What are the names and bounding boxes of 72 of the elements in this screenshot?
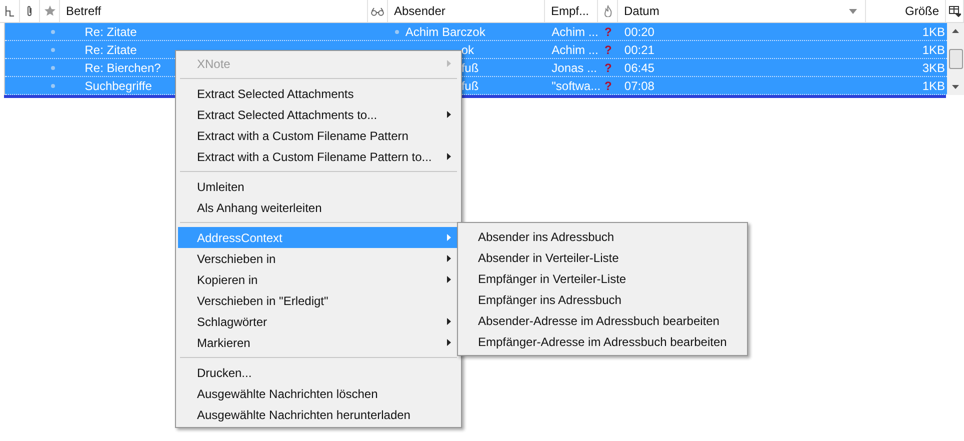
size-text: 1KB (922, 24, 945, 38)
recipient-text: Achim ... (552, 24, 598, 38)
menu-item[interactable]: Schlagwörter (178, 311, 459, 332)
date-text: 00:21 (624, 42, 654, 56)
column-picker-icon[interactable] (948, 6, 960, 16)
subject-text: Re: Zitate (84, 42, 137, 56)
sender-text: ok (461, 42, 474, 56)
glasses-icon[interactable] (371, 6, 384, 16)
menu-item[interactable]: Empfänger in Verteiler-Liste (460, 268, 745, 289)
date-text: 00:20 (624, 24, 654, 38)
submenu-arrow-icon (447, 111, 451, 118)
submenu-arrow-icon (447, 276, 451, 283)
column-header[interactable]: Datum (618, 0, 865, 22)
junk-status-mark: ? (604, 24, 612, 38)
menu-item[interactable]: Verschieben in (178, 248, 459, 269)
recipient-text: Achim ... (552, 42, 598, 56)
menu-item[interactable]: Empfänger ins Adressbuch (460, 289, 745, 310)
star-icon[interactable] (44, 5, 56, 17)
sender-text: fuß (461, 78, 479, 92)
menu-item[interactable]: Absender ins Adressbuch (460, 226, 745, 247)
menu-item[interactable]: Verschieben in "Erledigt" (178, 290, 459, 311)
size-text: 1KB (922, 78, 945, 92)
scrollbar[interactable] (947, 23, 964, 95)
submenu-arrow-icon (447, 255, 451, 262)
sender-text: fuß (461, 60, 479, 74)
thread-icon[interactable] (5, 6, 14, 16)
junk-status-mark: ? (604, 78, 612, 92)
menu-item[interactable]: Drucken... (178, 362, 459, 383)
menu-item[interactable]: Ausgewählte Nachrichten herunterladen (178, 404, 459, 425)
submenu-arrow-icon (447, 60, 451, 67)
size-text: 3KB (922, 60, 945, 74)
status-dot-icon (395, 30, 400, 34)
menu-item[interactable]: Markieren (178, 332, 459, 353)
scroll-up-icon[interactable] (952, 29, 959, 33)
column-header[interactable]: Größe (866, 0, 945, 22)
junk-status-mark: ? (604, 42, 612, 56)
subject-text: Re: Zitate (84, 24, 137, 38)
menu-item[interactable]: Absender in Verteiler-Liste (460, 247, 745, 268)
sender-text: Achim Barczok (405, 24, 486, 38)
submenu-arrow-icon (447, 318, 451, 325)
submenu-arrow-icon (447, 234, 451, 241)
menu-item[interactable]: Extract Selected Attachments to... (178, 104, 459, 125)
subject-text: Re: Bierchen? (84, 60, 161, 74)
sort-arrow-icon (849, 9, 857, 14)
menu-item[interactable]: Extract with a Custom Filename Pattern to... (178, 146, 459, 167)
recipient-text: "softwa... (552, 78, 600, 92)
column-header[interactable]: Empf... (545, 0, 597, 22)
junk-status-mark: ? (604, 60, 612, 74)
menu-item[interactable]: Empfänger-Adresse im Adressbuch bearbeiten (460, 331, 745, 352)
scroll-down-icon[interactable] (952, 85, 959, 89)
status-dot-icon (51, 66, 55, 70)
menu-item[interactable]: Absender-Adresse im Adressbuch bearbeiten (460, 310, 745, 331)
paperclip-icon[interactable] (26, 5, 33, 17)
menu-item[interactable]: Kopieren in (178, 269, 459, 290)
submenu-arrow-icon (447, 153, 451, 160)
menu-item[interactable]: Ausgewählte Nachrichten löschen (178, 383, 459, 404)
menu-item[interactable]: Extract with a Custom Filename Pattern (178, 125, 459, 146)
column-header[interactable]: Betreff (60, 0, 367, 22)
status-dot-icon (51, 48, 55, 52)
subject-text: Suchbegriffe (84, 78, 152, 92)
status-dot-icon (51, 84, 55, 88)
date-text: 07:08 (624, 78, 654, 92)
scrollbar-thumb[interactable] (948, 49, 962, 69)
status-dot-icon (51, 30, 55, 34)
submenu-arrow-icon (447, 339, 451, 346)
flame-icon[interactable] (602, 5, 612, 17)
size-text: 1KB (922, 42, 945, 56)
menu-item[interactable]: Als Anhang weiterleiten (178, 197, 459, 218)
recipient-text: Jonas ... (552, 60, 598, 74)
date-text: 06:45 (624, 60, 654, 74)
menu-item[interactable]: Umleiten (178, 176, 459, 197)
column-header[interactable]: Absender (388, 0, 544, 22)
